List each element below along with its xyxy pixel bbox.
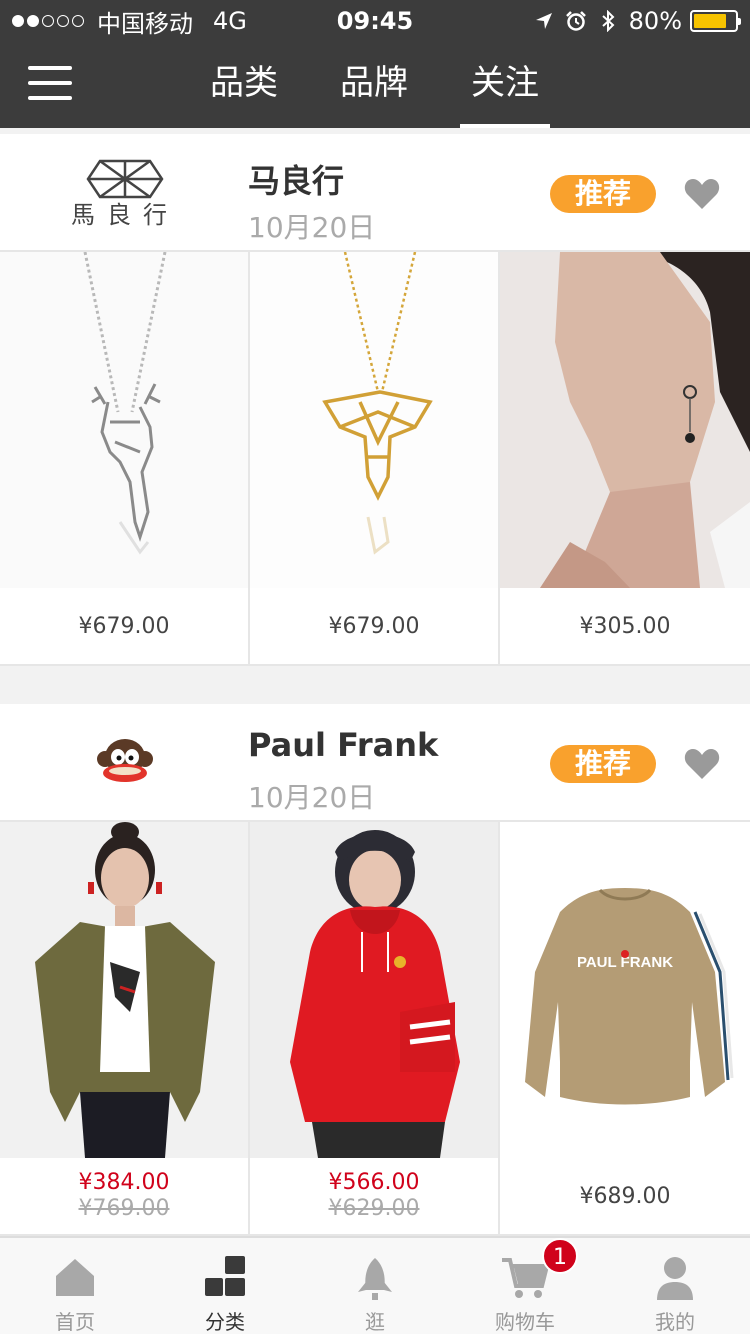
home-icon (56, 1259, 94, 1296)
product-list: ¥679.00 ¥679.00 ¥305.00 (0, 252, 750, 666)
brand-logo: 馬良行 (40, 148, 210, 238)
heart-icon[interactable] (682, 744, 722, 784)
hamburger-icon (28, 66, 72, 70)
tab-label: 分类 (205, 1310, 245, 1334)
brand-date: 10月20日 (248, 781, 376, 814)
tab-label: 逛 (365, 1310, 385, 1334)
tab-label: 首页 (55, 1310, 95, 1334)
product-item[interactable]: PAUL FRANK ¥689.00 (500, 822, 750, 1236)
tab-following[interactable]: 关注 (460, 42, 550, 128)
sale-price: ¥384.00 (78, 1170, 170, 1195)
original-price: ¥769.00 (78, 1196, 170, 1221)
brand-header[interactable]: Paul Frank 10月20日 推荐 (0, 704, 750, 822)
brand-name: 马良行 (248, 162, 345, 200)
user-icon (657, 1257, 693, 1300)
product-price: ¥689.00 (500, 1158, 750, 1236)
tab-profile[interactable]: 我的 (600, 1238, 750, 1334)
brand-name: Paul Frank (248, 726, 439, 764)
product-item[interactable]: ¥566.00 ¥629.00 (250, 822, 500, 1236)
brand-logo (40, 718, 210, 808)
category-blocks-icon (205, 1256, 245, 1296)
tab-categories[interactable]: 分类 (150, 1238, 300, 1334)
brand-card: Paul Frank 10月20日 推荐 ¥384.00 ¥769.00 ¥56… (0, 704, 750, 1236)
original-price: ¥629.00 (328, 1196, 420, 1221)
tab-label: 购物车 (495, 1310, 555, 1334)
hamburger-icon (28, 81, 72, 85)
product-item[interactable]: ¥679.00 (250, 252, 500, 666)
product-image (250, 252, 498, 588)
tab-label: 我的 (655, 1310, 695, 1334)
battery-percent: 80% (628, 7, 682, 35)
monkey-logo-icon (97, 739, 153, 782)
top-navigation: 品类 品牌 关注 (0, 42, 750, 128)
product-image (250, 822, 498, 1158)
location-arrow-icon (535, 13, 552, 29)
product-price: ¥679.00 (0, 588, 248, 666)
product-image (0, 252, 248, 588)
brand-logo-text: 馬良行 (71, 201, 179, 229)
tab-category[interactable]: 品类 (206, 42, 282, 128)
brand-date: 10月20日 (248, 211, 376, 244)
product-price: ¥679.00 (250, 588, 498, 666)
tab-brand[interactable]: 品牌 (336, 42, 412, 128)
product-item[interactable]: ¥305.00 (500, 252, 750, 666)
product-list: ¥384.00 ¥769.00 ¥566.00 ¥629.00 PAUL FRA… (0, 822, 750, 1236)
brand-card: 馬良行 马良行 10月20日 推荐 ¥679.00 ¥679.00 ¥305.0… (0, 134, 750, 666)
cart-count-badge: 1 (542, 1238, 578, 1274)
heart-icon[interactable] (682, 174, 722, 214)
product-image: PAUL FRANK (500, 822, 750, 1158)
bottom-tab-bar: 首页 分类 逛 购物车 我的 (0, 1236, 750, 1334)
bluetooth-icon (601, 10, 615, 32)
product-item[interactable]: ¥679.00 (0, 252, 250, 666)
product-image (0, 822, 248, 1158)
hamburger-icon (28, 96, 72, 100)
status-bar: 中国移动 4G 09:45 80% (0, 0, 750, 42)
product-item[interactable]: ¥384.00 ¥769.00 (0, 822, 250, 1236)
status-right: 80% (533, 6, 741, 36)
alarm-icon (565, 11, 586, 31)
sale-price: ¥566.00 (328, 1170, 420, 1195)
battery-icon (690, 10, 741, 32)
product-price: ¥305.00 (500, 588, 750, 666)
recommend-badge[interactable]: 推荐 (550, 175, 656, 213)
tab-browse[interactable]: 逛 (300, 1238, 450, 1334)
recommend-badge[interactable]: 推荐 (550, 745, 656, 783)
rocket-icon (358, 1258, 392, 1300)
product-price: ¥566.00 ¥629.00 (250, 1158, 498, 1236)
brand-header[interactable]: 馬良行 马良行 10月20日 推荐 (0, 134, 750, 252)
menu-button[interactable] (28, 66, 72, 102)
tab-home[interactable]: 首页 (0, 1238, 150, 1334)
product-price: ¥384.00 ¥769.00 (0, 1158, 248, 1236)
product-image (500, 252, 750, 588)
